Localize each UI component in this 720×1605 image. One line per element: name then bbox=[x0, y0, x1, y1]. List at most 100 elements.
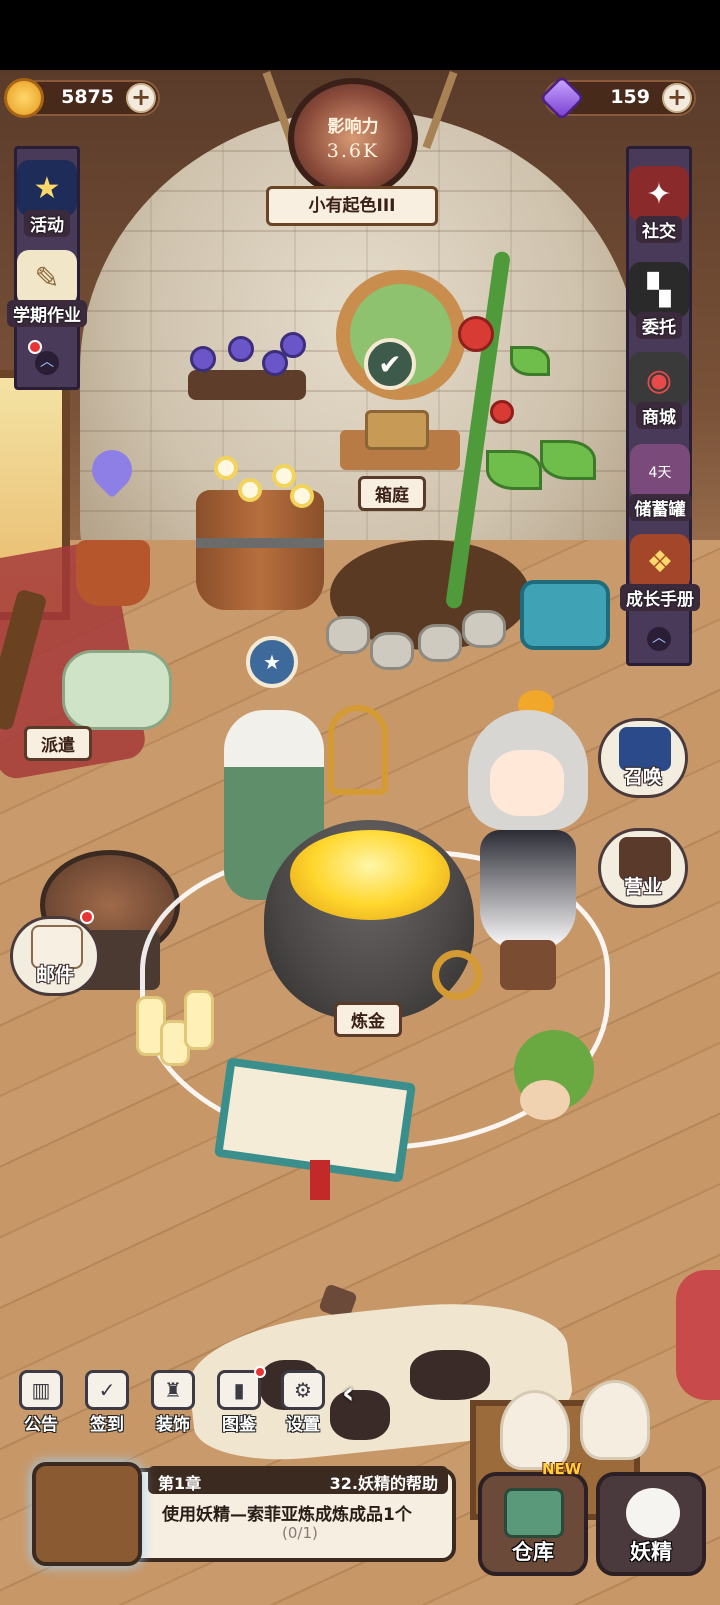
book-ribbon bbox=[310, 1160, 330, 1200]
encyclopedia-button[interactable]: ▮ 图鉴 bbox=[208, 1370, 270, 1435]
warehouse-label: 仓库 bbox=[512, 1540, 554, 1564]
settings-button[interactable]: ⚙ 设置 bbox=[272, 1370, 334, 1435]
stone bbox=[370, 632, 414, 670]
homework-button[interactable]: ✎ 学期作业 bbox=[4, 250, 90, 327]
influence-label: 影响力 bbox=[327, 117, 379, 137]
encyclopedia-icon: ▮ bbox=[217, 1370, 261, 1410]
gem-counter: 159 + bbox=[539, 75, 696, 121]
bottom-function-bar: ▥ 公告 ✓ 签到 ♜ 装饰 ▮ 图鉴 ⚙ 设置 ‹ bbox=[10, 1366, 378, 1440]
pillow bbox=[62, 650, 172, 730]
checkin-icon: ✓ bbox=[85, 1370, 129, 1410]
checkin-label: 签到 bbox=[90, 1415, 124, 1435]
mail-button[interactable]: 邮件 bbox=[10, 916, 100, 996]
growth-manual-button[interactable]: ❖ 成长手册 bbox=[614, 534, 706, 611]
dumpling-sack bbox=[500, 1390, 570, 1470]
coin-amount: 5875 bbox=[61, 86, 114, 108]
stone bbox=[418, 624, 462, 662]
quest-progress: (0/1) bbox=[282, 1524, 318, 1542]
quest-pin[interactable]: ★ bbox=[246, 636, 298, 696]
plant-basket bbox=[365, 410, 429, 450]
clay-pot bbox=[76, 540, 150, 606]
settings-gear-icon: ⚙ bbox=[281, 1370, 325, 1410]
activity-label: 活动 bbox=[24, 210, 70, 237]
collapse-left-menu-button[interactable]: ︿ bbox=[35, 351, 59, 375]
add-gems-button[interactable]: + bbox=[662, 83, 692, 113]
quest-book-icon[interactable] bbox=[32, 1462, 142, 1566]
mail-notification-dot bbox=[80, 910, 94, 924]
watering-can-icon bbox=[520, 580, 610, 650]
social-label: 社交 bbox=[636, 216, 682, 243]
girl-legs bbox=[500, 940, 556, 990]
dispatch-label[interactable]: 派遣 bbox=[24, 726, 92, 761]
alchemy-label[interactable]: 炼金 bbox=[334, 1002, 402, 1037]
gem-amount: 159 bbox=[610, 86, 650, 108]
settings-label: 设置 bbox=[286, 1415, 320, 1435]
decoration-button[interactable]: ♜ 装饰 bbox=[142, 1370, 204, 1435]
piggy-bank-icon: 4天 bbox=[630, 444, 690, 500]
announcement-button[interactable]: ▥ 公告 bbox=[10, 1370, 72, 1435]
piggy-bank-button[interactable]: 4天 储蓄罐 bbox=[618, 444, 702, 521]
flower-barrel bbox=[196, 490, 324, 610]
add-coins-button[interactable]: + bbox=[126, 83, 156, 113]
cauldron-ring-handle bbox=[432, 950, 482, 1000]
growth-manual-icon: ❖ bbox=[630, 534, 690, 590]
decoration-icon: ♜ bbox=[151, 1370, 195, 1410]
influence-value: 3.6K bbox=[326, 140, 380, 162]
coin-counter: 5875 + bbox=[4, 78, 160, 118]
quest-description: 使用妖精—索菲亚炼成炼成品1个 bbox=[162, 1505, 412, 1525]
stone bbox=[462, 610, 506, 648]
girl-character[interactable] bbox=[480, 830, 576, 950]
decoration-label: 装饰 bbox=[156, 1415, 190, 1435]
coal-lump bbox=[410, 1350, 490, 1400]
coin-icon bbox=[4, 78, 44, 118]
checkin-button[interactable]: ✓ 签到 bbox=[76, 1370, 138, 1435]
cauldron-liquid bbox=[290, 830, 450, 920]
homework-notification-dot bbox=[28, 340, 42, 354]
stone bbox=[326, 616, 370, 654]
candle-stand bbox=[328, 705, 388, 795]
announcement-label: 公告 bbox=[24, 1415, 58, 1435]
commission-label: 委托 bbox=[636, 312, 682, 339]
red-cushion bbox=[676, 1270, 720, 1400]
garden-ready-check-icon[interactable]: ✔ bbox=[364, 338, 416, 390]
new-badge: NEW bbox=[542, 1460, 582, 1478]
fairy-button[interactable]: 妖精 bbox=[596, 1472, 706, 1576]
commission-icon: ▚ bbox=[629, 262, 689, 318]
collapse-right-menu-button[interactable]: ︿ bbox=[647, 627, 671, 651]
fairy-label: 妖精 bbox=[630, 1540, 672, 1564]
girl-face bbox=[490, 750, 564, 816]
homework-label: 学期作业 bbox=[7, 300, 87, 327]
treasure-chest-icon bbox=[504, 1488, 564, 1538]
activity-button[interactable]: ★ 活动 bbox=[14, 160, 80, 237]
piggy-bank-label: 储蓄罐 bbox=[628, 494, 692, 521]
warehouse-button[interactable]: NEW 仓库 bbox=[478, 1460, 588, 1576]
star-icon: ★ bbox=[246, 636, 298, 688]
quest-tracker[interactable]: 第1章 32.妖精的帮助 使用妖精—索菲亚炼成炼成品1个 (0/1) bbox=[16, 1462, 456, 1572]
status-bar bbox=[0, 0, 720, 70]
summon-label: 召唤 bbox=[623, 766, 662, 788]
quest-header: 第1章 32.妖精的帮助 bbox=[148, 1466, 448, 1494]
influence-medallion[interactable]: 影响力 3.6K bbox=[288, 78, 418, 198]
quest-title: 32.妖精的帮助 bbox=[329, 1474, 438, 1493]
shop-label: 商城 bbox=[636, 402, 682, 429]
shop-icon: ◉ bbox=[629, 352, 689, 408]
red-apple bbox=[490, 400, 514, 424]
commission-button[interactable]: ▚ 委托 bbox=[620, 262, 698, 339]
rank-title: 小有起色III bbox=[266, 186, 438, 226]
business-button[interactable]: 营业 bbox=[598, 828, 688, 908]
business-label: 营业 bbox=[623, 876, 662, 898]
encyclopedia-label: 图鉴 bbox=[222, 1415, 256, 1435]
shop-button[interactable]: ◉ 商城 bbox=[620, 352, 698, 429]
summon-button[interactable]: 召唤 bbox=[598, 718, 688, 798]
growth-manual-label: 成长手册 bbox=[620, 584, 700, 611]
leaf bbox=[540, 440, 596, 480]
activity-calendar-icon: ★ bbox=[17, 160, 77, 216]
fairy-icon bbox=[626, 1488, 680, 1538]
leaf bbox=[510, 346, 550, 376]
social-button[interactable]: ✦ 社交 bbox=[620, 166, 698, 243]
encyclopedia-notification-dot bbox=[254, 1366, 266, 1378]
garden-label[interactable]: 箱庭 bbox=[358, 476, 426, 511]
social-icon: ✦ bbox=[629, 166, 689, 222]
collapse-bar-button[interactable]: ‹ bbox=[342, 1376, 372, 1411]
homework-scroll-icon: ✎ bbox=[17, 250, 77, 306]
